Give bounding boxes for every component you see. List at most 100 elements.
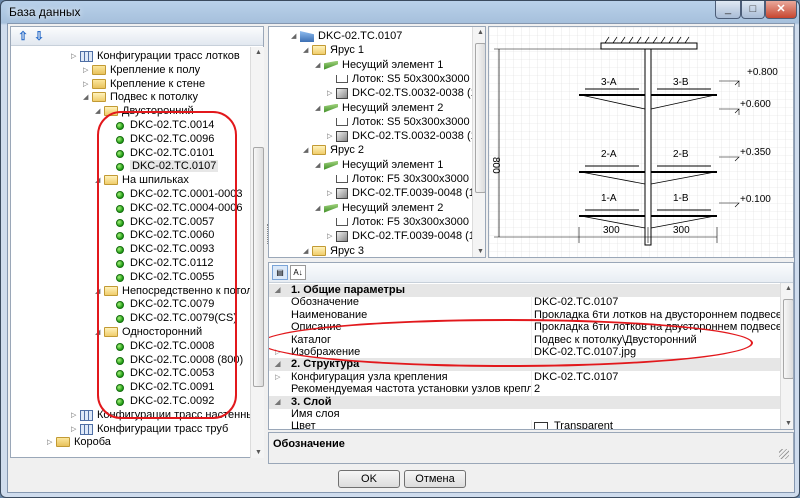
tree-item[interactable]: DKC-02.TC.0079(CS) [107, 311, 237, 326]
expander-icon[interactable]: ▷ [83, 77, 92, 92]
structure-item[interactable]: Лоток: F5 30x300x3000 [327, 215, 469, 230]
tree-item[interactable]: ◢ Односторонний [95, 325, 202, 340]
expander-icon[interactable]: ◢ [291, 29, 300, 44]
structure-item[interactable]: ▷ DKC-02.TF.0039-0048 (1 шт.) [327, 229, 485, 244]
categorized-icon[interactable]: ▤ [272, 265, 288, 280]
structure-item[interactable]: ◢ Ярус 2 [303, 143, 364, 158]
resize-grip-icon[interactable] [779, 449, 789, 459]
tree-item[interactable]: ▷ Крепление к полу [83, 63, 200, 78]
structure-scrollbar[interactable]: ▲ ▼ [472, 27, 485, 257]
scroll-thumb[interactable] [475, 43, 485, 193]
catalog-scrollbar[interactable]: ▲ ▼ [250, 47, 264, 458]
property-row[interactable]: Обозначение DKC-02.TC.0107 [269, 296, 781, 310]
expander-icon[interactable]: ◢ [95, 325, 104, 340]
tree-item[interactable]: DKC-02.TC.0101 [107, 146, 214, 161]
expander-icon[interactable]: ◢ [303, 43, 312, 58]
tree-item[interactable]: DKC-02.TC.0093 [107, 242, 214, 257]
property-row[interactable]: ▷ Изображение DKC-02.TC.0107.jpg [269, 346, 781, 359]
structure-item[interactable]: ▷ DKC-02.TF.0039-0048 (1 шт.) [327, 186, 485, 201]
property-row[interactable]: ▷ Конфигурация узла крепления DKC-02.TC.01… [269, 370, 781, 384]
move-down-icon[interactable]: ⇩ [31, 29, 47, 43]
expander-icon[interactable]: ▷ [47, 435, 56, 450]
tree-item[interactable]: DKC-02.TC.0008 [107, 339, 214, 354]
expander-icon[interactable]: ▷ [327, 129, 336, 144]
cancel-button[interactable]: Отмена [404, 470, 466, 488]
expander-icon[interactable]: ◢ [275, 358, 280, 371]
property-value[interactable]: Подвес к потолку\Двусторонний [531, 333, 697, 347]
expander-icon[interactable]: ◢ [303, 244, 312, 258]
property-row[interactable]: Имя слоя [269, 408, 781, 421]
tree-item[interactable]: DKC-02.TC.0008 (800) [107, 353, 243, 368]
sort-az-icon[interactable]: A↓ [290, 265, 306, 280]
property-category[interactable]: ◢ 2. Структура [269, 358, 781, 372]
scroll-thumb[interactable] [783, 299, 793, 379]
tree-item[interactable]: DKC-02.TC.0004-0006 [107, 201, 243, 216]
structure-item[interactable]: Лоток: F5 30x300x3000 [327, 172, 469, 187]
expander-icon[interactable]: ▷ [83, 63, 92, 78]
tree-item[interactable]: DKC-02.TC.0014 [107, 118, 214, 133]
tree-item[interactable]: ◢ Непосредственно к потолку [95, 284, 251, 299]
close-button[interactable]: ✕ [765, 1, 797, 19]
property-value[interactable]: Transparent [531, 420, 613, 429]
property-value[interactable]: DKC-02.TC.0107 [531, 370, 618, 384]
property-value[interactable]: DKC-02.TC.0107 [531, 296, 618, 310]
minimize-button[interactable]: _ [715, 1, 741, 19]
tree-item[interactable]: DKC-02.TC.0053 [107, 366, 214, 381]
structure-item[interactable]: ◢ Несущий элемент 1 [315, 158, 443, 173]
tree-item[interactable]: DKC-02.TC.0092 [107, 394, 214, 409]
property-row[interactable]: Рекомендуемая частота установки узлов кр… [269, 383, 781, 397]
structure-item[interactable]: ▷ DKC-02.TS.0032-0038 (1 шт.) [327, 86, 485, 101]
tree-item[interactable]: ◢ Подвес к потолку [83, 90, 198, 105]
structure-item[interactable]: ◢ Несущий элемент 2 [315, 201, 443, 216]
expander-icon[interactable]: ▷ [327, 229, 336, 244]
expander-icon[interactable]: ▷ [327, 186, 336, 201]
tree-item[interactable]: ▷ Короба [47, 435, 111, 450]
property-value[interactable]: DKC-02.TC.0107.jpg [531, 346, 636, 359]
expander-icon[interactable]: ◢ [95, 173, 104, 188]
structure-item[interactable]: Лоток: S5 50x300x3000 [327, 72, 470, 87]
scroll-down-icon[interactable]: ▼ [477, 248, 484, 255]
expander-icon[interactable]: ▷ [275, 371, 280, 384]
move-up-icon[interactable]: ⇧ [15, 29, 31, 43]
expander-icon[interactable]: ◢ [95, 104, 104, 119]
property-row[interactable]: Описание Прокладка 6ти лотков на двусторо… [269, 321, 782, 335]
tree-item[interactable]: ◢ На шпильках [95, 173, 189, 188]
expander-icon[interactable]: ◢ [315, 101, 324, 116]
expander-icon[interactable]: ◢ [95, 284, 104, 299]
maximize-button[interactable]: □ [741, 1, 765, 19]
property-category[interactable]: ◢ 1. Общие параметры [269, 284, 781, 297]
scroll-up-icon[interactable]: ▲ [477, 29, 484, 36]
tree-item[interactable]: DKC-02.TC.0055 [107, 270, 214, 285]
tree-item[interactable]: DKC-02.TC.0001-0003 [107, 187, 243, 202]
expander-icon[interactable]: ◢ [275, 396, 280, 409]
expander-icon[interactable]: ◢ [83, 90, 92, 105]
property-category[interactable]: ◢ 3. Слой [269, 395, 781, 409]
scroll-down-icon[interactable]: ▼ [255, 449, 262, 456]
tree-item[interactable]: DKC-02.TC.0096 [107, 132, 214, 147]
structure-item[interactable]: ◢ DKC-02.TC.0107 [291, 29, 402, 44]
property-value[interactable]: 2 [531, 383, 540, 397]
ok-button[interactable]: OK [338, 470, 400, 488]
expander-icon[interactable]: ◢ [315, 201, 324, 216]
tree-item[interactable]: DKC-02.TC.0112 [107, 256, 214, 271]
scroll-up-icon[interactable]: ▲ [785, 285, 792, 292]
tree-item[interactable]: DKC-02.TC.0091 [107, 380, 214, 395]
structure-item[interactable]: ◢ Ярус 3 [303, 244, 364, 258]
tree-item[interactable]: ▷ Крепление к стене [83, 77, 205, 92]
tree-item[interactable]: ▷ Конфигурации трасс настенных коробов [71, 408, 251, 423]
tree-item[interactable]: DKC-02.TC.0060 [107, 228, 214, 243]
tree-item[interactable]: DKC-02.TC.0057 [107, 215, 214, 230]
tree-item[interactable]: ◢ Двусторонний [95, 104, 194, 119]
expander-icon[interactable]: ◢ [315, 158, 324, 173]
expander-icon[interactable]: ▷ [71, 408, 80, 423]
property-row[interactable]: Наименование Прокладка 6ти лотков на двус… [269, 308, 782, 322]
tree-item[interactable]: DKC-02.TC.0107 [107, 159, 219, 174]
structure-item[interactable]: ◢ Несущий элемент 1 [315, 58, 443, 73]
structure-item[interactable]: Лоток: S5 50x300x3000 [327, 115, 470, 130]
property-value[interactable]: Прокладка 6ти лотков на двустороннем под… [531, 321, 782, 335]
property-row[interactable]: Каталог Подвес к потолку\Двусторонний [269, 333, 781, 347]
tree-item[interactable]: DKC-02.TC.0079 [107, 297, 214, 312]
expander-icon[interactable]: ◢ [275, 284, 280, 297]
expander-icon[interactable]: ▷ [71, 422, 80, 437]
scroll-down-icon[interactable]: ▼ [785, 420, 792, 427]
